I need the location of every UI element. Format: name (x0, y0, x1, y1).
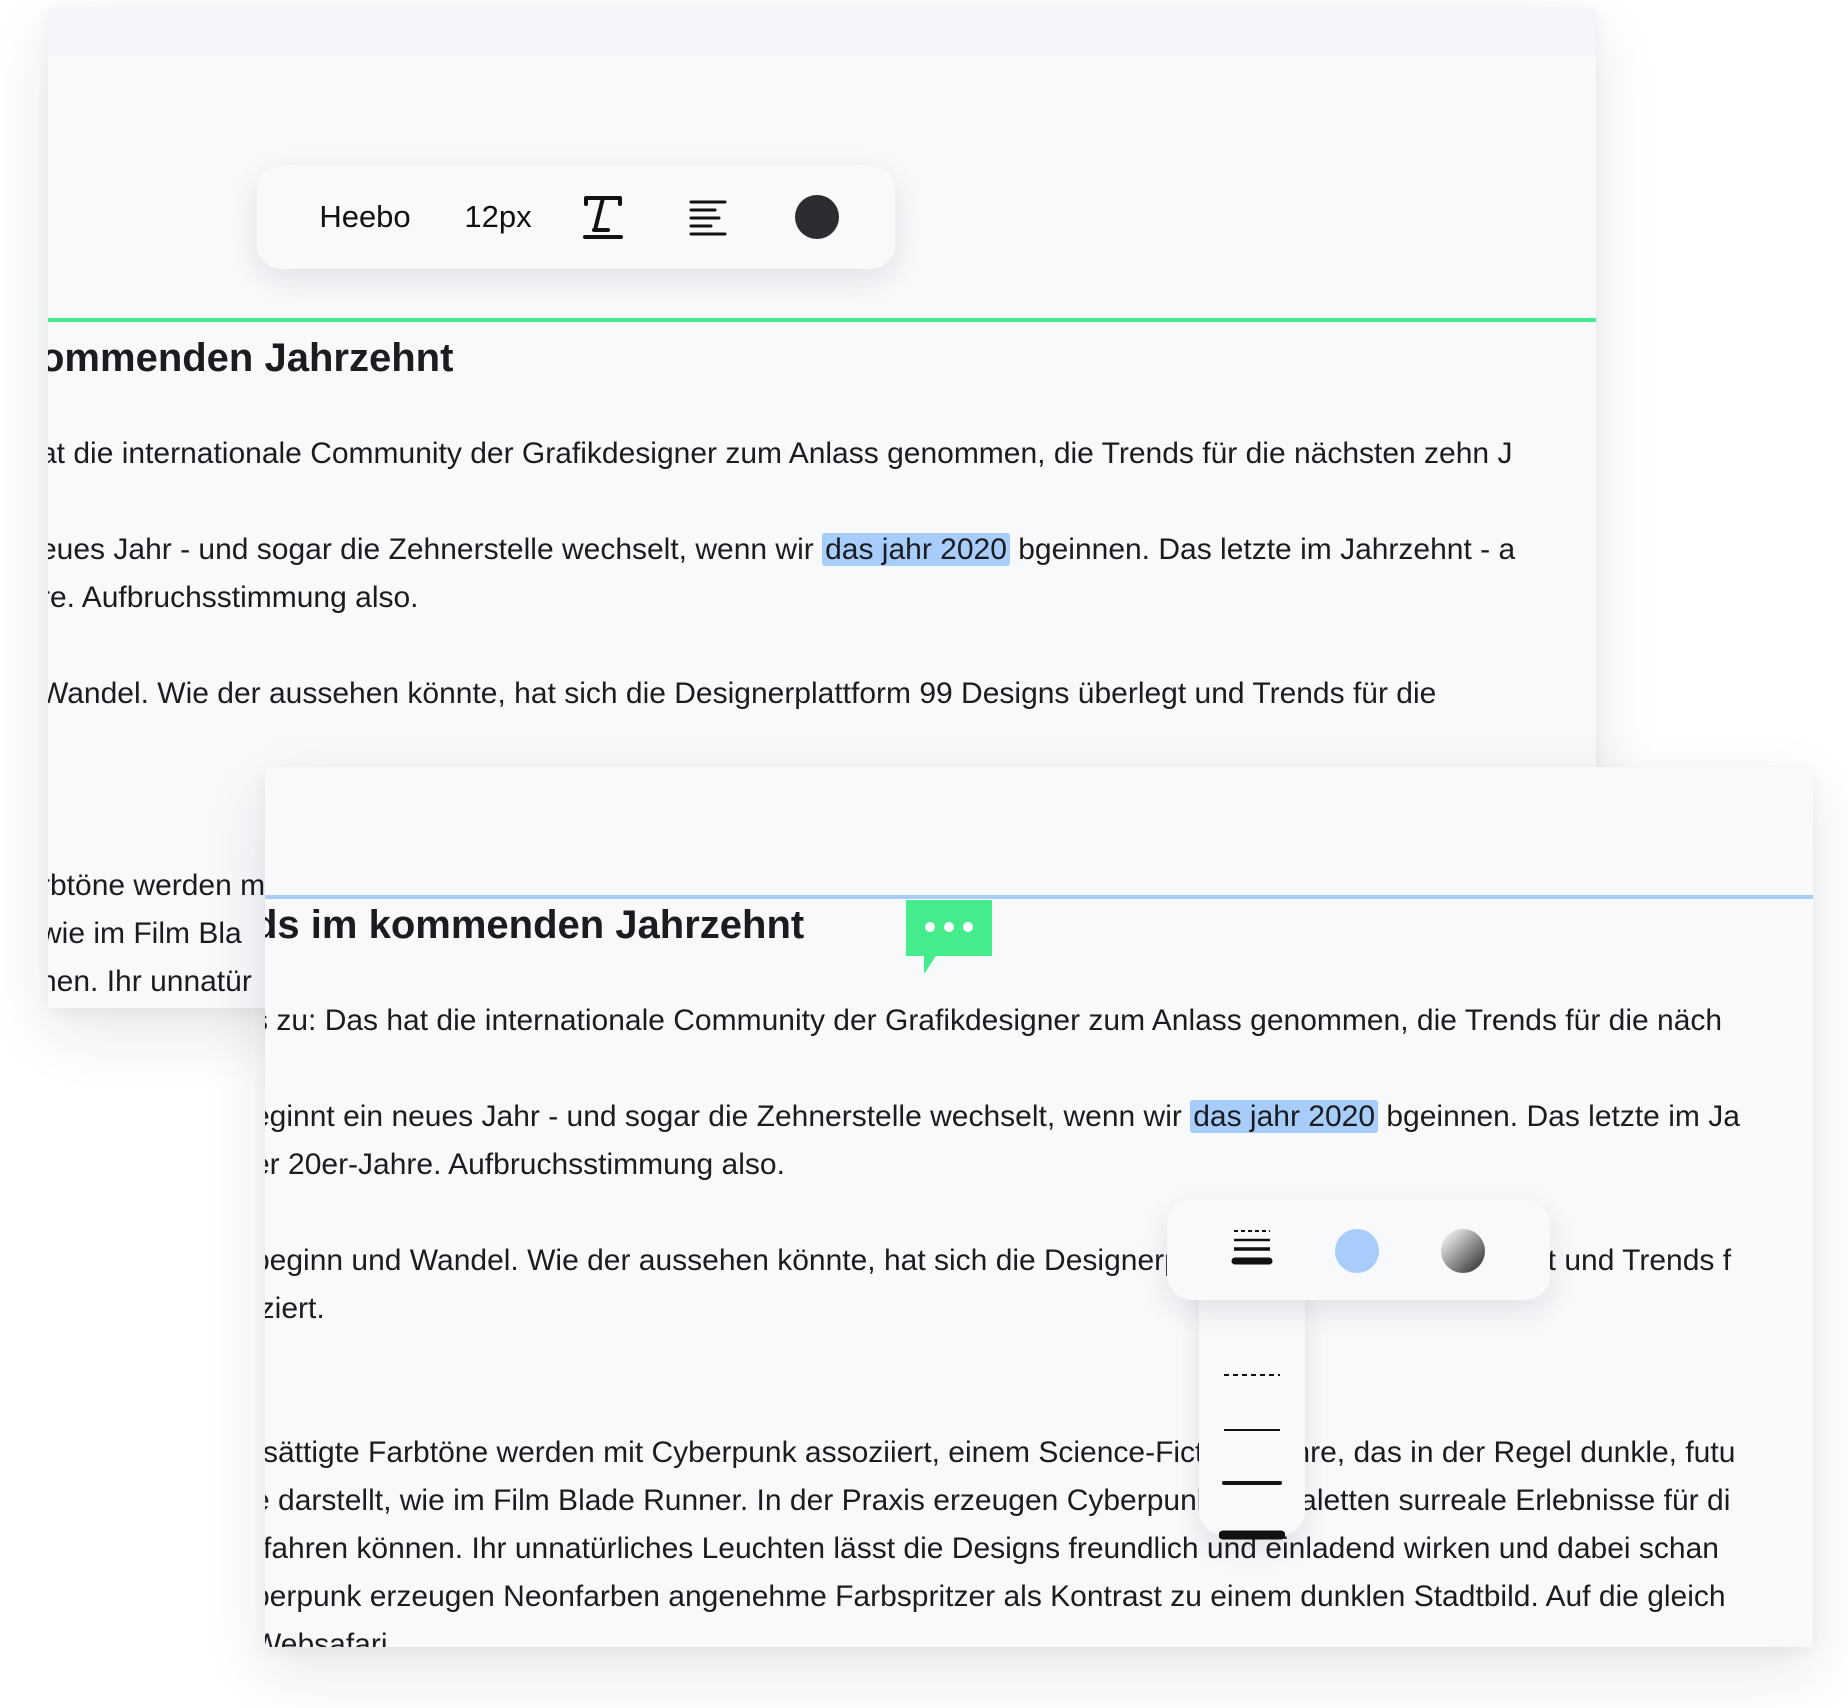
thin-line-option[interactable] (1199, 1410, 1305, 1450)
front-highlighted-text[interactable]: das jahr 2020 (1190, 1100, 1379, 1133)
thick-line-option[interactable] (1199, 1515, 1305, 1555)
front-p4-line4: berpunk erzeugen Neonfarben angenehme Fa… (265, 1580, 1726, 1613)
back-p4-line1: rbtöne werden m (48, 869, 266, 902)
front-p4-line5: Websafari (265, 1628, 388, 1647)
line-weight-icon[interactable] (1231, 1228, 1273, 1273)
front-p2-text-after: bgeinnen. Das letzte im Ja (1378, 1100, 1740, 1133)
back-paragraph-2: eues Jahr - und sogar die Zehnerstelle w… (48, 526, 1515, 622)
blue-color-swatch-icon[interactable] (1335, 1229, 1379, 1273)
back-paragraph-1: at die internationale Community der Graf… (48, 437, 1513, 470)
back-p2-text: eues Jahr - und sogar die Zehnerstelle w… (48, 533, 823, 566)
back-p2-text-after: bgeinnen. Das letzte im Jahrzehnt - a (1009, 533, 1516, 566)
gradient-swatch-icon[interactable] (1441, 1229, 1485, 1273)
back-p4-line2: wie im Film Bla (48, 917, 242, 950)
font-family-select[interactable]: Heebo (315, 165, 415, 269)
back-panel-topbar (48, 8, 1596, 56)
dashed-line-option[interactable] (1199, 1355, 1305, 1395)
align-left-icon[interactable] (680, 165, 736, 269)
front-panel-topbar (265, 767, 1813, 815)
front-paragraph-2: eginnt ein neues Jahr - und sogar die Ze… (265, 1093, 1740, 1189)
comment-bubble-icon[interactable] (906, 900, 992, 978)
front-heading: ds im kommenden Jahrzehnt (265, 903, 805, 947)
back-highlighted-text[interactable]: das jahr 2020 (822, 533, 1010, 566)
front-paragraph-1: s zu: Das hat die internationale Communi… (265, 1004, 1723, 1037)
green-selection-rule (48, 318, 1596, 322)
back-paragraph-3: Wandel. Wie der aussehen könnte, hat sic… (48, 677, 1437, 710)
back-p4-line3: nen. Ihr unnatür (48, 965, 252, 998)
front-p3-line2: iziert. (265, 1292, 325, 1325)
font-size-select[interactable]: 12px (453, 165, 543, 269)
blue-selection-rule (265, 895, 1813, 899)
color-dot-icon[interactable] (782, 165, 852, 269)
text-format-toolbar: Heebo 12px (257, 165, 895, 269)
front-p2-text: eginnt ein neues Jahr - und sogar die Ze… (265, 1100, 1191, 1133)
text-style-icon[interactable] (575, 165, 631, 269)
back-p2-line2: re. Aufbruchsstimmung also. (48, 581, 419, 614)
line-style-dropdown (1199, 1270, 1305, 1540)
back-heading: ommenden Jahrzehnt (48, 336, 454, 380)
front-p4-line3: rfahren können. Ihr unnatürliches Leucht… (265, 1532, 1719, 1565)
medium-line-option[interactable] (1199, 1463, 1305, 1503)
front-p2-line2: er 20er-Jahre. Aufbruchsstimmung also. (265, 1148, 785, 1181)
front-document-panel: ds im kommenden Jahrzehnt s zu: Das hat … (265, 767, 1813, 1647)
line-style-popup (1167, 1200, 1550, 1540)
